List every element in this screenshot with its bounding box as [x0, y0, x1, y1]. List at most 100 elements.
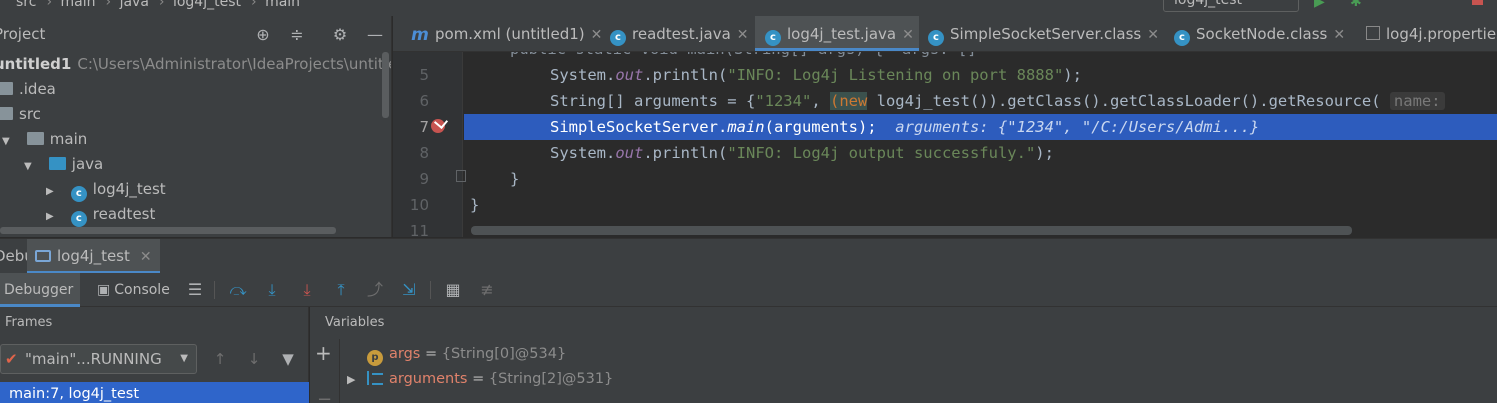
code-line-4: public static void main(String[] args) {… [510, 52, 977, 62]
evaluate-expression-icon[interactable]: ▦ [442, 280, 464, 300]
breakpoint-icon[interactable] [431, 119, 445, 133]
collapse-arrow-icon[interactable]: ▶ [46, 179, 58, 204]
project-path-hint: C:\Users\Administrator\IdeaProjects\unti… [77, 55, 392, 73]
thread-select-value: "main"...RUNNING [25, 350, 162, 368]
variable-name: args [389, 346, 421, 362]
step-out-icon[interactable]: ⤒ [330, 280, 352, 300]
breadcrumb-java[interactable]: java [120, 0, 149, 10]
variable-row[interactable]: ▶ arguments = {String[2]@531} [347, 367, 613, 392]
remove-watch-icon[interactable]: − [317, 389, 332, 403]
tab-simplesocketserver-class[interactable]: c SimpleSocketServer.class ✕ [918, 16, 1159, 51]
breadcrumb-method[interactable]: main [265, 0, 300, 10]
tab-log4j-properties[interactable]: log4j.properties [1356, 16, 1497, 51]
source-folder-icon [48, 157, 66, 170]
run-icon[interactable]: ▶ [1314, 0, 1325, 10]
folder-icon [0, 107, 13, 120]
frame-row[interactable]: main:7, log4j_test [0, 382, 309, 403]
tab-console[interactable]: ▣ Console [95, 273, 170, 307]
line-number: 5 [419, 66, 429, 84]
project-vertical-scrollbar[interactable] [382, 52, 389, 118]
variables-panel: Variables + − p args = {String[0]@534} ▶ a… [310, 307, 1497, 403]
code-editor[interactable]: 5 6 7 8 9 10 11 public static void main(… [393, 52, 1497, 237]
tab-readtest-java[interactable]: c readtest.java ✕ [600, 16, 749, 51]
tree-item-log4j-test[interactable]: ▶ c log4j_test [46, 177, 166, 202]
code-line-9: } [510, 170, 520, 188]
run-configuration-select[interactable]: log4j_test [1163, 0, 1299, 12]
tree-label: readtest [92, 205, 156, 223]
parameter-icon: p [367, 350, 383, 366]
variable-row[interactable]: p args = {String[0]@534} [347, 342, 566, 367]
tab-label: readtest.java [632, 25, 731, 43]
tab-label: SocketNode.class [1196, 25, 1328, 43]
fold-marker-icon[interactable] [456, 170, 466, 182]
java-class-icon: c [765, 30, 781, 46]
editor-gutter[interactable]: 5 6 7 8 9 10 11 [393, 52, 466, 237]
tab-debugger[interactable]: Debugger [0, 273, 80, 307]
stop-icon[interactable] [1472, 0, 1483, 5]
drop-frame-icon[interactable]: ⤴ [364, 280, 386, 300]
debug-session-tab[interactable]: log4j_test ✕ [27, 239, 160, 274]
tab-label: pom.xml (untitled1) [435, 25, 585, 43]
close-icon[interactable]: ✕ [1147, 27, 1159, 43]
layout-settings-icon[interactable]: ☰ [184, 280, 206, 300]
expand-arrow-icon[interactable]: ▼ [2, 129, 14, 154]
thread-select[interactable]: ✔ "main"...RUNNING ▼ [0, 344, 197, 374]
tab-log4j-test-java[interactable]: c log4j_test.java ✕ [755, 16, 919, 51]
editor-tabs: m pom.xml (untitled1) ✕ c readtest.java ✕ cl… [393, 16, 1497, 52]
gear-icon[interactable]: ⚙ [330, 25, 350, 45]
breadcrumb-class[interactable]: log4j_test [173, 0, 241, 10]
project-panel: Project ⊕ ≑ ⚙ — untitled1 C:\Users\Admini… [0, 16, 392, 237]
force-step-into-icon[interactable]: ⤓ [296, 280, 318, 300]
step-into-icon[interactable]: ⤓ [261, 280, 283, 300]
collapse-all-icon[interactable]: ≑ [287, 25, 307, 45]
breadcrumb-main[interactable]: main [61, 0, 96, 10]
tree-item-main[interactable]: ▼ main [2, 127, 87, 152]
chevron-down-icon: ▼ [180, 353, 188, 364]
tab-label: SimpleSocketServer.class [950, 25, 1142, 43]
collapse-arrow-icon[interactable]: ▶ [46, 204, 58, 229]
breadcrumb-src[interactable]: src [16, 0, 36, 10]
minimize-icon[interactable]: — [365, 25, 385, 45]
close-icon[interactable]: ✕ [1333, 27, 1345, 43]
next-frame-icon[interactable]: ↓ [244, 349, 264, 369]
project-panel-title[interactable]: Project [0, 25, 45, 43]
close-icon[interactable]: ✕ [737, 27, 749, 43]
folder-icon [26, 132, 44, 145]
tab-socketnode-class[interactable]: c SocketNode.class ✕ [1164, 16, 1345, 51]
editor-horizontal-scrollbar[interactable] [471, 226, 1352, 235]
add-watch-icon[interactable]: + [315, 343, 332, 363]
debug-icon[interactable]: ✱ [1350, 0, 1362, 10]
run-to-cursor-icon[interactable]: ⇲ [398, 280, 420, 300]
code-line-5: System.out.println("INFO: Log4j Listenin… [550, 66, 1082, 84]
locate-icon[interactable]: ⊕ [253, 25, 273, 45]
project-panel-header: Project ⊕ ≑ ⚙ — [0, 16, 391, 52]
close-icon[interactable]: ✕ [902, 27, 914, 43]
tab-label: log4j_test.java [787, 25, 897, 43]
project-horizontal-scrollbar[interactable] [0, 227, 336, 234]
trace-stream-icon[interactable]: ≢ [476, 280, 498, 300]
tree-item-untitled1[interactable]: untitled1 C:\Users\Administrator\IdeaProj… [0, 52, 392, 77]
debug-session-label: log4j_test [57, 247, 130, 265]
tree-item-idea[interactable]: .idea [0, 77, 56, 102]
debug-toolbar: Debugger ▣ Console ☰ ⤼ ⤓ ⤓ ⤒ ⤴ ⇲ ▦ ≢ [0, 273, 1497, 307]
java-class-icon: c [1174, 30, 1190, 46]
filter-icon[interactable]: ▼ [278, 349, 298, 369]
parameter-hint: name: [1389, 92, 1445, 110]
line-number: 6 [419, 92, 429, 110]
line-number: 9 [419, 170, 429, 188]
close-icon[interactable]: ✕ [140, 249, 152, 265]
code-line-8: System.out.println("INFO: Log4j output s… [550, 144, 1054, 162]
tree-label: java [71, 155, 104, 173]
tree-item-readtest[interactable]: ▶ c readtest [46, 202, 155, 227]
expand-arrow-icon[interactable]: ▶ [347, 367, 367, 392]
tree-item-java[interactable]: ▼ java [24, 152, 103, 177]
expand-arrow-icon[interactable]: ▼ [24, 154, 36, 179]
debug-session-icon [35, 250, 51, 262]
tab-pom-xml[interactable]: m pom.xml (untitled1) ✕ [401, 16, 602, 51]
frames-header: Frames [5, 315, 53, 330]
previous-frame-icon[interactable]: ↑ [210, 349, 230, 369]
line-number: 8 [419, 144, 429, 162]
tree-item-src[interactable]: src [0, 102, 41, 127]
tab-label: log4j.properties [1386, 25, 1497, 43]
step-over-icon[interactable]: ⤼ [227, 280, 249, 300]
